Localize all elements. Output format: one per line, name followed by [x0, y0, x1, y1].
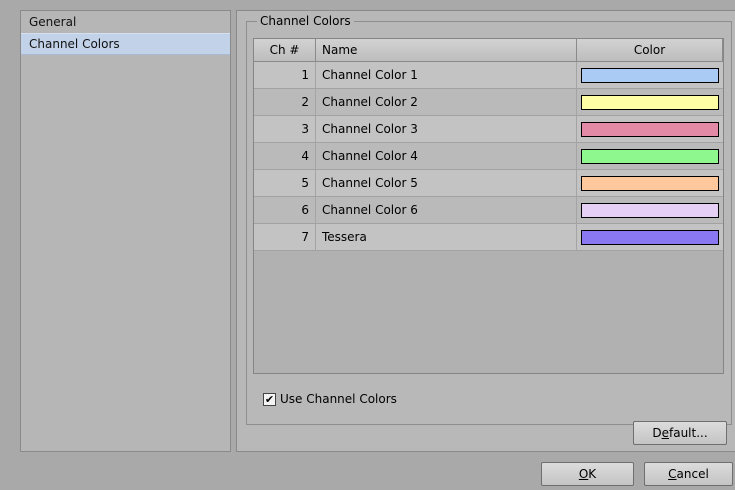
default-button-label-post: fault...	[668, 426, 708, 440]
table-row[interactable]: 2 Channel Color 2	[254, 89, 723, 116]
color-swatch[interactable]	[581, 175, 719, 191]
channel-name[interactable]: Tessera	[316, 224, 577, 250]
channel-number: 5	[254, 170, 316, 196]
default-button-mnemonic: e	[661, 426, 669, 440]
settings-panel: Channel Colors Ch # Name Color 1 Channel …	[236, 10, 735, 452]
default-button-label-pre: D	[652, 426, 662, 440]
nav-item-general[interactable]: General	[21, 11, 230, 33]
color-swatch[interactable]	[581, 121, 719, 137]
color-swatch[interactable]	[581, 67, 719, 83]
channel-color-cell	[577, 62, 723, 88]
table-row[interactable]: 3 Channel Color 3	[254, 116, 723, 143]
channel-name[interactable]: Channel Color 4	[316, 143, 577, 169]
channel-color-cell	[577, 143, 723, 169]
cancel-button-mnemonic: C	[668, 467, 677, 481]
table-row[interactable]: 5 Channel Color 5	[254, 170, 723, 197]
channel-color-cell	[577, 197, 723, 223]
table-body: 1 Channel Color 1 2 Channel Color 2 3 Channel…	[254, 62, 723, 251]
channel-color-cell	[577, 170, 723, 196]
settings-category-list: General Channel Colors	[20, 10, 231, 452]
use-channel-colors-label: Use Channel Colors	[280, 392, 397, 406]
ok-button-mnemonic: O	[578, 467, 589, 481]
table-row[interactable]: 7 Tessera	[254, 224, 723, 251]
channel-color-cell	[577, 224, 723, 250]
column-header-ch-num[interactable]: Ch #	[254, 39, 316, 61]
table-row[interactable]: 4 Channel Color 4	[254, 143, 723, 170]
channel-name[interactable]: Channel Color 3	[316, 116, 577, 142]
channel-colors-group: Channel Colors Ch # Name Color 1 Channel …	[246, 14, 732, 425]
cancel-button[interactable]: Cancel	[644, 462, 733, 486]
table-header: Ch # Name Color	[254, 39, 723, 62]
channel-name[interactable]: Channel Color 2	[316, 89, 577, 115]
channel-color-cell	[577, 89, 723, 115]
channel-name[interactable]: Channel Color 1	[316, 62, 577, 88]
channel-number: 4	[254, 143, 316, 169]
channel-color-cell	[577, 116, 723, 142]
color-swatch[interactable]	[581, 202, 719, 218]
use-channel-colors-checkbox[interactable]: ✔	[263, 392, 276, 406]
color-swatch[interactable]	[581, 94, 719, 110]
channel-number: 6	[254, 197, 316, 223]
channel-name[interactable]: Channel Color 6	[316, 197, 577, 223]
cancel-button-label-post: ancel	[676, 467, 709, 481]
table-row[interactable]: 1 Channel Color 1	[254, 62, 723, 89]
table-row[interactable]: 6 Channel Color 6	[254, 197, 723, 224]
nav-item-channel-colors[interactable]: Channel Colors	[21, 33, 230, 55]
default-button[interactable]: Default...	[633, 421, 727, 445]
ok-button[interactable]: OK	[541, 462, 634, 486]
column-header-color[interactable]: Color	[577, 39, 723, 61]
channel-number: 7	[254, 224, 316, 250]
group-title: Channel Colors	[257, 14, 354, 28]
use-channel-colors-option[interactable]: ✔ Use Channel Colors	[263, 392, 397, 406]
channel-name[interactable]: Channel Color 5	[316, 170, 577, 196]
channel-number: 1	[254, 62, 316, 88]
color-swatch[interactable]	[581, 148, 719, 164]
column-header-name[interactable]: Name	[316, 39, 577, 61]
ok-button-label-post: K	[588, 467, 597, 481]
channel-colors-table: Ch # Name Color 1 Channel Color 1 2 Channel…	[253, 38, 724, 374]
color-swatch[interactable]	[581, 229, 719, 245]
channel-number: 3	[254, 116, 316, 142]
channel-number: 2	[254, 89, 316, 115]
